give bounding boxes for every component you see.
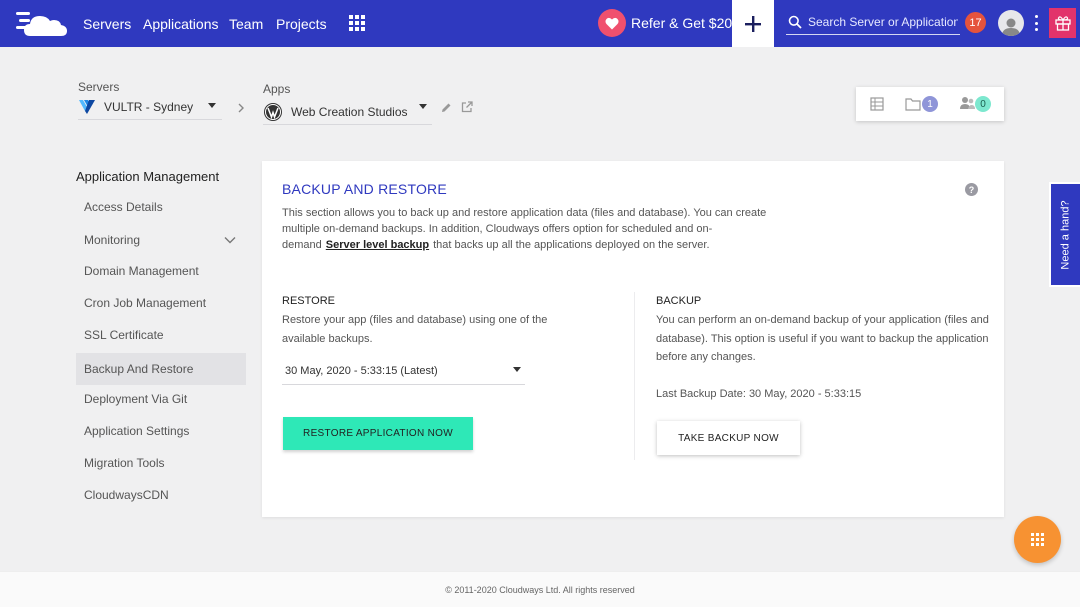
page-title: BACKUP AND RESTORE [282,181,447,197]
last-backup-date: Last Backup Date: 30 May, 2020 - 5:33:15 [656,388,862,400]
folder-icon[interactable] [905,97,921,111]
server-selector[interactable]: VULTR - Sydney [78,94,222,120]
caret-down-icon [513,367,521,372]
restore-application-button[interactable]: RESTORE APPLICATION NOW [283,417,473,450]
apps-label: Apps [263,82,291,96]
server-name: VULTR - Sydney [104,99,194,114]
edit-pencil-icon[interactable] [441,102,452,113]
nav-projects-link[interactable]: Projects [276,16,327,32]
servers-label: Servers [78,80,120,94]
sidebar-item-migration-tools[interactable]: Migration Tools [76,447,246,479]
vultr-logo-icon [79,99,95,114]
sidebar-item-domain-management[interactable]: Domain Management [76,255,246,287]
nav-servers-link[interactable]: Servers [83,16,131,32]
plus-icon [745,15,761,32]
description-text-end: that backs up all the applications deplo… [433,239,710,251]
sidebar-item-backup-and-restore[interactable]: Backup And Restore [76,353,246,385]
team-members-icon[interactable] [960,96,976,110]
search-input[interactable] [808,15,958,29]
need-a-hand-label: Need a hand? [1059,199,1072,270]
refer-button[interactable]: Refer & Get $20 [598,9,732,37]
sidebar-item-monitoring[interactable]: Monitoring [76,224,246,256]
quick-stats-box: 1 0 [856,87,1004,121]
restore-description: Restore your app (files and database) us… [282,314,548,345]
refer-label: Refer & Get $20 [631,15,733,31]
add-button[interactable] [732,0,774,47]
nav-applications-link[interactable]: Applications [143,16,219,32]
folders-count-badge: 1 [922,96,938,112]
nav-team-link[interactable]: Team [229,16,263,32]
server-level-backup-link[interactable]: Server level backup [326,239,429,251]
gift-icon [1054,16,1071,31]
sidebar-item-cron-job-management[interactable]: Cron Job Management [76,287,246,319]
avatar[interactable] [998,10,1024,36]
sidebar-item-application-settings[interactable]: Application Settings [76,415,246,447]
chevron-down-icon[interactable] [224,236,236,244]
backup-restore-card: BACKUP AND RESTORE ? This section allows… [262,161,1004,517]
footer: © 2011-2020 Cloudways Ltd. All rights re… [0,571,1080,607]
grid-icon [1031,533,1044,546]
search-icon [788,15,802,29]
floating-menu-button[interactable] [1014,516,1061,563]
heart-icon [598,9,626,37]
sidebar-item-cloudways-cdn[interactable]: CloudwaysCDN [76,479,246,511]
sidebar-item-ssl-certificate[interactable]: SSL Certificate [76,319,246,351]
user-icon [1002,18,1020,36]
list-icon[interactable] [870,97,884,111]
chevron-right-icon [238,103,244,113]
app-name: Web Creation Studios [291,104,408,119]
backup-title: BACKUP [656,295,702,307]
top-navigation-bar: Servers Applications Team Projects Refer… [0,0,1080,47]
notification-badge[interactable]: 17 [965,12,986,33]
sidebar-item-access-details[interactable]: Access Details [76,191,246,223]
app-selector[interactable]: Web Creation Studios [263,99,432,125]
caret-down-icon [419,104,427,109]
help-icon[interactable]: ? [965,183,978,196]
wordpress-icon [264,102,282,121]
column-divider [634,292,635,460]
restore-title: RESTORE [282,295,335,307]
gift-button[interactable] [1049,8,1076,38]
more-options-icon[interactable] [1035,15,1039,31]
take-backup-button[interactable]: TAKE BACKUP NOW [657,421,800,455]
sidebar-title: Application Management [76,169,220,184]
search-box [786,12,960,35]
external-link-icon[interactable] [461,101,473,113]
members-count-badge: 0 [975,96,991,112]
sidebar-item-deployment-via-git[interactable]: Deployment Via Git [76,383,246,415]
backup-version-select[interactable]: 30 May, 2020 - 5:33:15 (Latest) [282,358,525,385]
copyright-text: © 2011-2020 Cloudways Ltd. All rights re… [445,584,635,595]
backup-description: You can perform an on-demand backup of y… [656,314,989,363]
need-a-hand-tab[interactable]: Need a hand? [1049,182,1080,287]
section-description: This section allows you to back up and r… [282,205,772,253]
selected-backup-value: 30 May, 2020 - 5:33:15 (Latest) [285,365,438,377]
caret-down-icon [208,103,216,108]
apps-grid-icon[interactable] [349,15,365,31]
cloudways-logo[interactable] [16,9,68,37]
